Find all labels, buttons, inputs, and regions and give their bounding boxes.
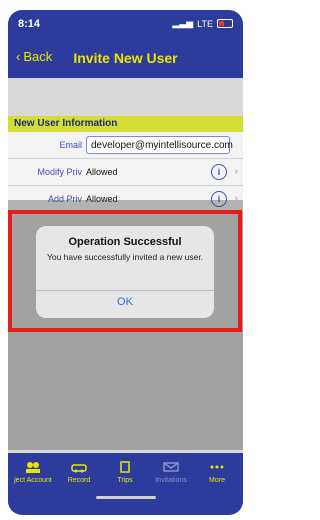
status-bar: 8:14 ▂▃▅ LTE	[8, 10, 243, 38]
email-label: Email	[59, 140, 82, 150]
tab-bar: ject Account Record Trips Invitations Mo…	[8, 453, 243, 505]
success-alert: Operation Successful You have successful…	[36, 226, 214, 318]
people-icon	[26, 462, 40, 473]
modify-priv-label: Modify Priv	[37, 167, 82, 177]
screenshot-frame: 8:14 ▂▃▅ LTE ‹ Back Invite New User New …	[0, 0, 249, 520]
alert-title: Operation Successful	[68, 236, 182, 248]
tab-label: ject Account	[14, 477, 52, 484]
signal-icon: ▂▃▅	[172, 18, 194, 28]
modify-priv-row[interactable]: Modify Priv Allowed i ›	[8, 159, 243, 186]
tab-label: Invitations	[155, 477, 187, 484]
modify-priv-value: Allowed	[86, 167, 118, 177]
section-header: New User Information	[8, 116, 243, 132]
alert-message: You have successfully invited a new user…	[46, 252, 204, 262]
page-title: Invite New User	[73, 50, 178, 66]
alert-divider	[36, 290, 214, 291]
info-icon[interactable]: i	[211, 164, 227, 180]
ok-button[interactable]: OK	[36, 296, 214, 308]
tab-invitations[interactable]: Invitations	[148, 461, 194, 484]
envelope-icon	[163, 462, 179, 472]
email-row: Email developer@myintellisource.com	[8, 132, 243, 159]
status-right: ▂▃▅ LTE	[172, 18, 233, 29]
battery-icon	[217, 19, 233, 28]
tab-label: More	[209, 477, 225, 484]
tab-trips[interactable]: Trips	[102, 461, 148, 484]
tab-account[interactable]: ject Account	[10, 461, 56, 484]
chevron-right-icon: ›	[234, 166, 238, 177]
status-time: 8:14	[18, 18, 41, 30]
navigation-bar: ‹ Back Invite New User	[8, 42, 243, 74]
tab-record[interactable]: Record	[56, 461, 102, 484]
document-icon	[120, 461, 130, 473]
tab-label: Trips	[117, 477, 133, 484]
more-icon	[210, 465, 224, 469]
tab-label: Record	[67, 477, 91, 484]
tab-more[interactable]: More	[194, 461, 240, 484]
carrier-label: LTE	[197, 18, 213, 29]
car-icon	[71, 464, 87, 473]
email-field[interactable]: developer@myintellisource.com	[86, 136, 233, 154]
home-indicator	[96, 496, 156, 499]
